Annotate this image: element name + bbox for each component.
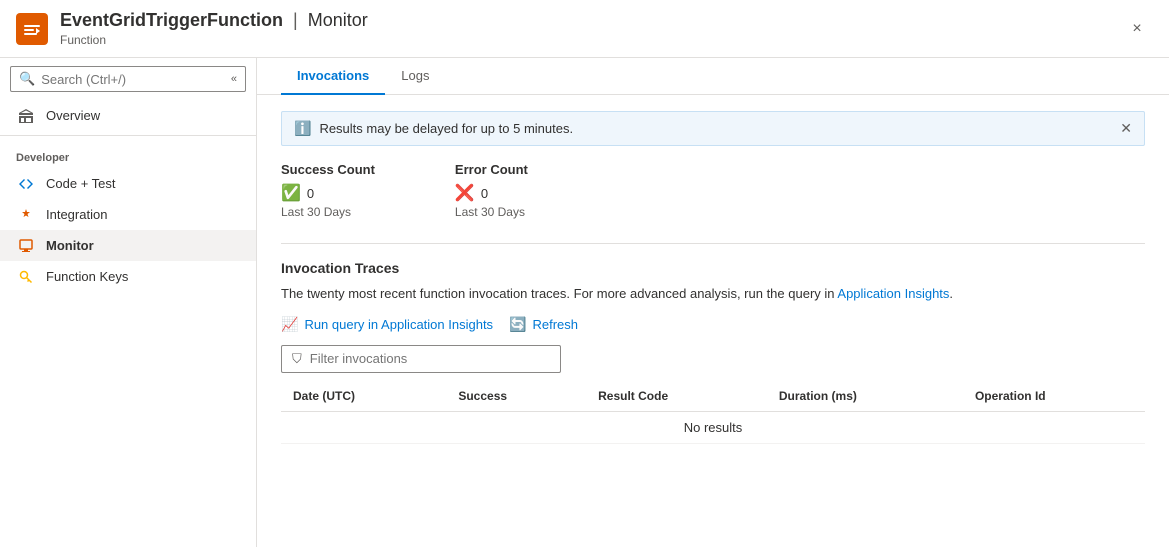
sidebar-item-integration-label: Integration [46,207,107,222]
content-body: ℹ️ Results may be delayed for up to 5 mi… [257,95,1169,460]
table-header-row: Date (UTC) Success Result Code Duration … [281,381,1145,412]
stats-row: Success Count ✅ 0 Last 30 Days Error Cou… [281,162,1145,219]
sidebar-item-monitor[interactable]: Monitor [0,230,256,261]
key-icon [16,270,36,284]
filter-invocations-input[interactable] [310,351,550,366]
filter-box[interactable]: ⛉ [281,345,561,373]
desc-end: . [949,286,953,301]
function-icon [23,20,41,38]
sidebar-section-developer: Developer [0,140,256,168]
refresh-button[interactable]: 🔄 Refresh [509,316,578,333]
stat-error-period: Last 30 Days [455,205,528,219]
header-title-group: EventGridTriggerFunction | Monitor Funct… [60,10,1121,47]
stat-error-number: 0 [481,186,488,201]
search-input[interactable] [41,72,231,87]
content-area: Invocations Logs ℹ️ Results may be delay… [257,58,1169,547]
stat-success-value: ✅ 0 [281,183,375,203]
col-duration: Duration (ms) [767,381,963,412]
close-button[interactable]: × [1121,13,1153,45]
stat-error-label: Error Count [455,162,528,177]
col-success: Success [446,381,586,412]
stat-success-number: 0 [307,186,314,201]
sidebar-divider [0,135,256,136]
page-subtitle: Monitor [308,10,368,31]
sidebar-item-overview-label: Overview [46,108,100,123]
sidebar-item-function-keys[interactable]: Function Keys [0,261,256,292]
tab-logs[interactable]: Logs [385,58,445,95]
invocation-traces-desc: The twenty most recent function invocati… [281,284,1145,304]
no-results-cell: No results [281,411,1145,443]
integration-icon [16,208,36,222]
search-box[interactable]: 🔍 « [10,66,246,92]
refresh-icon: 🔄 [509,316,526,333]
run-query-label: Run query in Application Insights [304,317,493,332]
run-query-button[interactable]: 📈 Run query in Application Insights [281,316,493,333]
header-separator: | [293,10,298,31]
content-divider [281,243,1145,244]
table-body: No results [281,411,1145,443]
info-banner: ℹ️ Results may be delayed for up to 5 mi… [281,111,1145,146]
invocation-traces-section: Invocation Traces The twenty most recent… [281,260,1145,444]
desc-plain: The twenty most recent function invocati… [281,286,837,301]
sidebar-item-code-test[interactable]: Code + Test [0,168,256,199]
main-layout: 🔍 « Overview Developer Code + Test Integ [0,58,1169,547]
run-query-icon: 📈 [281,316,298,333]
stat-success-period: Last 30 Days [281,205,375,219]
app-insights-link[interactable]: Application Insights [837,286,949,301]
invocations-table: Date (UTC) Success Result Code Duration … [281,381,1145,444]
close-banner-button[interactable]: ✕ [1120,120,1132,137]
col-result-code: Result Code [586,381,767,412]
collapse-sidebar-button[interactable]: « [231,73,237,85]
monitor-icon [16,239,36,253]
stat-success: Success Count ✅ 0 Last 30 Days [281,162,375,219]
breadcrumb: Function [60,33,1121,47]
app-icon [16,13,48,45]
info-icon: ℹ️ [294,120,311,137]
sidebar-item-overview[interactable]: Overview [0,100,256,131]
invocation-traces-title: Invocation Traces [281,260,1145,276]
actions-row: 📈 Run query in Application Insights 🔄 Re… [281,316,1145,333]
table-no-results-row: No results [281,411,1145,443]
tabs-bar: Invocations Logs [257,58,1169,95]
refresh-label: Refresh [533,317,579,332]
code-icon [16,177,36,191]
stat-success-label: Success Count [281,162,375,177]
sidebar-item-code-test-label: Code + Test [46,176,116,191]
sidebar-item-monitor-label: Monitor [46,238,94,253]
filter-icon: ⛉ [292,351,302,367]
success-check-icon: ✅ [281,183,301,203]
app-header: EventGridTriggerFunction | Monitor Funct… [0,0,1169,58]
table-header: Date (UTC) Success Result Code Duration … [281,381,1145,412]
sidebar: 🔍 « Overview Developer Code + Test Integ [0,58,257,547]
page-function-name: EventGridTriggerFunction [60,10,283,31]
sidebar-item-function-keys-label: Function Keys [46,269,128,284]
col-operation-id: Operation Id [963,381,1145,412]
sidebar-item-integration[interactable]: Integration [0,199,256,230]
search-icon: 🔍 [19,71,35,87]
error-x-icon: ❌ [455,183,475,203]
stat-error-value: ❌ 0 [455,183,528,203]
overview-icon [16,109,36,123]
banner-message: Results may be delayed for up to 5 minut… [319,121,573,136]
tab-invocations[interactable]: Invocations [281,58,385,95]
col-date: Date (UTC) [281,381,446,412]
stat-error: Error Count ❌ 0 Last 30 Days [455,162,528,219]
